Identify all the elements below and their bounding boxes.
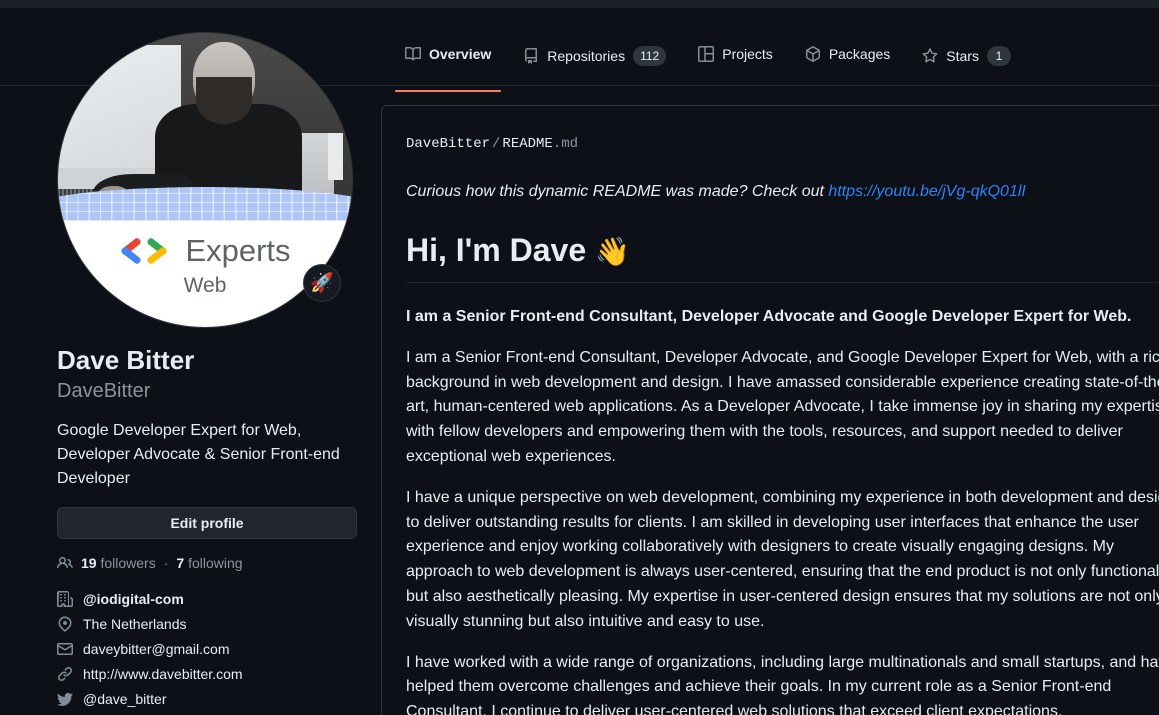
active-tab-underline — [395, 90, 502, 92]
tab-repositories[interactable]: Repositories 112 — [507, 38, 682, 74]
profile-bio: Google Developer Expert for Web, Develop… — [57, 421, 340, 487]
tab-label: Projects — [722, 46, 773, 62]
avatar-photo-right-panel — [328, 132, 344, 180]
profile-nav-tabs: Overview Repositories 112 Projects Packa… — [389, 38, 1027, 92]
readme-intro-line: Curious how this dynamic README was made… — [406, 180, 1159, 204]
browser-top-strip — [0, 0, 1159, 8]
detail-value[interactable]: daveybitter@gmail.com — [83, 641, 230, 657]
avatar-wrapper: Experts Web 🚀 — [57, 32, 353, 328]
detail-value: The Netherlands — [83, 616, 187, 632]
detail-value[interactable]: @iodigital-com — [83, 591, 184, 607]
twitter-icon — [57, 691, 73, 707]
mail-icon — [57, 641, 73, 657]
followers-count: 19 — [81, 554, 97, 571]
detail-location: The Netherlands — [57, 612, 360, 637]
readme-paragraph: I am a Senior Front-end Consultant, Deve… — [406, 348, 1159, 465]
google-developers-logo-icon — [119, 236, 173, 266]
avatar-photo-person-beard — [196, 77, 253, 125]
readme-breadcrumb: DaveBitter / README.md — [406, 136, 1159, 152]
star-icon — [922, 48, 938, 64]
readme-intro-text: Curious how this dynamic README was made… — [406, 183, 829, 200]
waving-hand-icon: 👋 — [595, 236, 630, 267]
gde-overlay-title: Experts — [185, 233, 291, 269]
tab-label: Packages — [828, 46, 891, 62]
tab-projects[interactable]: Projects — [682, 38, 789, 70]
followers-label: followers — [100, 554, 156, 571]
breadcrumb-owner[interactable]: DaveBitter — [406, 136, 490, 152]
breadcrumb-extension: .md — [552, 136, 579, 152]
detail-email: daveybitter@gmail.com — [57, 637, 360, 662]
package-icon — [805, 46, 821, 62]
repositories-count-badge: 112 — [633, 46, 667, 66]
stars-count-badge: 1 — [986, 46, 1011, 66]
readme-paragraph: I have worked with a wide range of organ… — [406, 653, 1159, 715]
readme-paragraph: I have a unique perspective on web devel… — [406, 488, 1159, 630]
tab-stars[interactable]: Stars 1 — [906, 38, 1027, 74]
people-icon — [57, 555, 73, 571]
organization-icon — [57, 591, 73, 607]
tab-packages[interactable]: Packages — [789, 38, 906, 70]
gde-overlay-band: Experts Web — [58, 186, 352, 327]
readme-heading: Hi, I'm Dave 👋 — [406, 230, 1159, 283]
link-icon — [57, 666, 73, 682]
profile-details-list: @iodigital-com The Netherlands daveybitt… — [57, 587, 360, 712]
name-block: Dave Bitter DaveBitter — [57, 344, 360, 403]
follow-stats: 19 followers · 7 following — [57, 555, 360, 571]
gde-overlay-wave — [58, 186, 352, 221]
location-icon — [57, 616, 73, 632]
stats-separator: · — [163, 554, 169, 571]
detail-twitter: @dave_bitter — [57, 687, 360, 712]
breadcrumb-separator: / — [492, 136, 501, 152]
detail-organization: @iodigital-com — [57, 587, 360, 612]
readme-intro-link[interactable]: https://youtu.be/jVg-qkQ01lI — [828, 183, 1025, 200]
github-profile-page: Overview Repositories 112 Projects Packa… — [0, 8, 1159, 715]
readme-heading-text: Hi, I'm Dave — [406, 232, 596, 268]
profile-full-name: Dave Bitter — [57, 345, 195, 375]
project-icon — [698, 46, 715, 62]
profile-sidebar: Experts Web 🚀 Dave Bitter DaveBitter Goo… — [57, 32, 360, 712]
following-stat[interactable]: 7 following — [176, 555, 242, 571]
readme-lead-paragraph: I am a Senior Front-end Consultant, Deve… — [406, 308, 1132, 325]
followers-stat[interactable]: 19 followers — [81, 555, 156, 571]
breadcrumb-file[interactable]: README — [502, 136, 552, 152]
repo-icon — [523, 48, 539, 64]
detail-value[interactable]: http://www.davebitter.com — [83, 666, 243, 682]
book-icon — [405, 46, 421, 62]
following-count: 7 — [176, 554, 185, 571]
status-badge[interactable]: 🚀 — [303, 264, 341, 302]
tab-label: Overview — [429, 46, 492, 62]
following-label: following — [188, 554, 243, 571]
profile-readme-panel: DaveBitter / README.md Curious how this dy… — [381, 105, 1159, 715]
tab-overview[interactable]: Overview — [389, 38, 507, 92]
edit-profile-button[interactable]: Edit profile — [57, 506, 357, 539]
tab-label: Repositories — [547, 48, 626, 64]
detail-value[interactable]: @dave_bitter — [83, 691, 166, 707]
tab-label: Stars — [946, 48, 979, 64]
gde-overlay-row: Experts — [58, 233, 352, 269]
detail-website: http://www.davebitter.com — [57, 662, 360, 687]
profile-login: DaveBitter — [57, 379, 151, 402]
